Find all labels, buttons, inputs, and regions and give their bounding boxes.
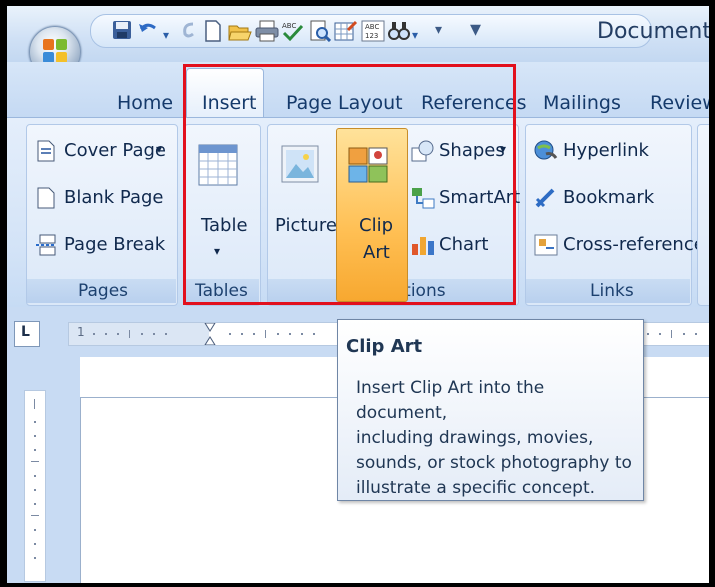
print-preview-icon[interactable] [309,20,332,46]
undo-icon[interactable] [137,20,159,44]
new-icon[interactable] [204,20,222,46]
tab-mailings[interactable]: Mailings [543,92,621,114]
cover-page-button[interactable]: Cover Page [64,140,166,161]
qat-customize-button[interactable]: ▾ [435,22,442,38]
blank-page-button[interactable]: Blank Page [64,187,164,208]
blank-page-icon [37,187,55,213]
pages-group-label: Pages [78,281,129,301]
cross-reference-button[interactable]: Cross-reference [563,234,705,255]
open-icon[interactable] [228,20,252,46]
svg-text:ABC: ABC [282,22,296,30]
document-title: Document1 [597,19,715,44]
redo-icon[interactable] [179,20,199,44]
save-icon[interactable] [112,20,132,44]
tab-review[interactable]: Review [650,92,715,114]
word-count-icon[interactable]: ABC 123 [361,20,385,46]
spelling-icon[interactable]: ABC [281,20,305,46]
page-break-icon [35,234,57,260]
frame-border-top [0,0,715,6]
tab-selector-button[interactable]: L [14,321,40,347]
undo-dropdown-icon[interactable]: ▾ [163,24,169,46]
clip-art-tooltip: Clip Art Insert Clip Art into the docume… [337,319,644,501]
tab-home[interactable]: Home [117,92,173,114]
links-group-label: Links [590,281,634,301]
svg-text:123: 123 [365,32,378,40]
cover-page-icon [37,140,55,166]
frame-border-left [0,0,7,587]
frame-border-right [709,0,715,587]
frame-border-bottom [0,583,715,587]
tooltip-title: Clip Art [346,336,423,357]
print-icon[interactable] [255,20,279,46]
tab-selector-label: L [21,324,30,340]
office-logo-icon [43,39,67,63]
hyperlink-icon [534,140,558,166]
find-dropdown-icon[interactable]: ▾ [412,24,418,46]
insert-table-icon[interactable] [334,20,358,46]
vertical-ruler[interactable] [24,390,46,582]
page-break-button[interactable]: Page Break [64,234,165,255]
word-window: ▾ ABC ABC 123 ▾ ▾ ▾ Document1 Home Inser… [0,0,715,587]
bookmark-button[interactable]: Bookmark [563,187,654,208]
hyperlink-button[interactable]: Hyperlink [563,140,649,161]
find-icon[interactable] [388,20,410,46]
ruler-number: 1 [77,325,85,339]
tooltip-body: Insert Clip Art into the document, inclu… [356,378,632,498]
svg-text:ABC: ABC [365,23,379,31]
bookmark-icon [534,187,558,213]
cover-page-dropdown-icon[interactable]: ▾ [156,142,162,156]
highlight-box [183,64,516,305]
cross-reference-icon [534,234,558,260]
